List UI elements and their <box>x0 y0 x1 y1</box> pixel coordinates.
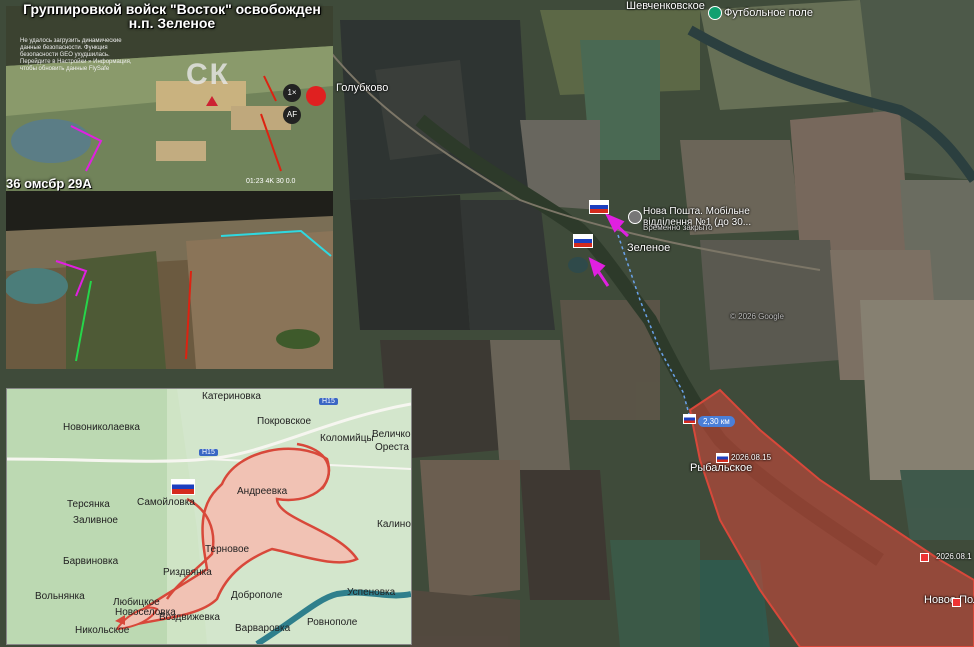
place-label: Барвиновка <box>63 556 119 567</box>
place-label: Заливное <box>73 515 118 526</box>
place-label: Голубково <box>336 82 389 94</box>
headline-line-1: Группировкой войск "Восток" освобожден <box>23 1 321 17</box>
place-label: Никольское <box>75 625 130 636</box>
camera-status: 01:23 4K 30 0.0 <box>246 178 296 185</box>
unit-label: 36 омсбр 29А <box>6 176 92 191</box>
road-sign: H15 <box>319 398 338 405</box>
russian-flag-icon <box>589 200 609 214</box>
geo-warning-text: Не удалось загрузить динамические данные… <box>20 38 132 72</box>
place-label: Новоселовка <box>115 607 176 618</box>
place-label: Терновое <box>205 544 250 555</box>
road-sign: H15 <box>199 449 218 456</box>
place-label: Терсянка <box>67 499 110 510</box>
distance-badge: 2,30 км <box>698 416 735 427</box>
place-label: Коломийцы <box>320 433 374 444</box>
headline: Группировкой войск "Восток" освобожден н… <box>6 2 338 30</box>
place-label: Доброполе <box>231 590 283 601</box>
place-label: Величко <box>372 429 411 440</box>
russian-flag-icon <box>573 234 593 248</box>
place-label: Риздвянка <box>163 567 212 578</box>
place-label: Ореста <box>375 442 409 453</box>
place-label: Варваровка <box>235 623 291 634</box>
hud-letters: СК <box>186 58 230 91</box>
marker-square <box>952 598 961 607</box>
place-label: Зеленое <box>627 242 671 254</box>
aerial-photo-panel <box>6 191 333 369</box>
place-label: Катериновка <box>202 391 261 402</box>
place-label: Новониколаевка <box>63 422 140 433</box>
russian-flag-icon <box>171 479 195 495</box>
place-label: Футбольное поле <box>724 7 813 19</box>
marker-square <box>920 553 929 562</box>
place-label: Успеновка <box>347 587 396 598</box>
russian-flag-icon <box>683 414 696 424</box>
place-label: Калино <box>377 519 411 530</box>
headline-line-2: н.п. Зеленое <box>128 15 216 31</box>
place-label: Покровское <box>257 416 312 427</box>
autofocus-button[interactable]: AF <box>283 106 301 124</box>
overview-map[interactable]: H15 H15 Катериновка Новониколаевка Покро… <box>6 388 412 645</box>
place-label: Рыбальское <box>690 462 753 474</box>
date-label: 2026.08.1 <box>936 552 972 561</box>
drone-camera-panel: Не удалось загрузить динамические данные… <box>6 6 333 191</box>
place-label: Ровнополе <box>307 617 358 628</box>
zoom-button[interactable]: 1× <box>283 84 301 102</box>
place-label: Новое Пол <box>924 594 974 606</box>
place-label: Шевченковское <box>626 0 705 12</box>
date-label: 2026.08.15 <box>731 453 772 462</box>
place-label: Вольнянка <box>35 591 85 602</box>
place-label: Временно закрыто <box>643 223 713 232</box>
place-label: Андреевка <box>237 486 288 497</box>
place-label: Самойловка <box>137 497 195 508</box>
record-button[interactable] <box>306 86 326 106</box>
post-office-icon[interactable] <box>628 210 642 224</box>
map-copyright: © 2026 Google <box>730 312 784 321</box>
russian-flag-icon <box>716 453 729 463</box>
map-pin-icon[interactable] <box>708 6 722 20</box>
